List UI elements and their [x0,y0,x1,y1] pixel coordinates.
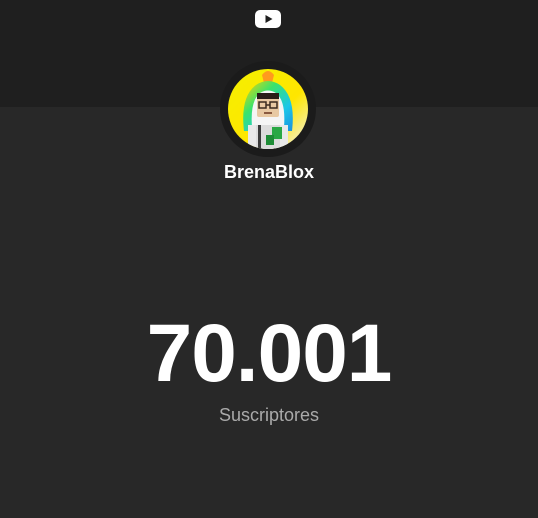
subscriber-count: 70.001 [146,308,393,399]
avatar-image [228,69,308,149]
youtube-logo-icon [255,10,281,28]
channel-avatar[interactable] [228,69,308,149]
subscriber-counter-page: BrenaBlox 70.001 Suscriptores [0,0,538,518]
subscriber-label: Suscriptores [218,405,320,425]
channel-name[interactable]: BrenaBlox [0,161,538,183]
